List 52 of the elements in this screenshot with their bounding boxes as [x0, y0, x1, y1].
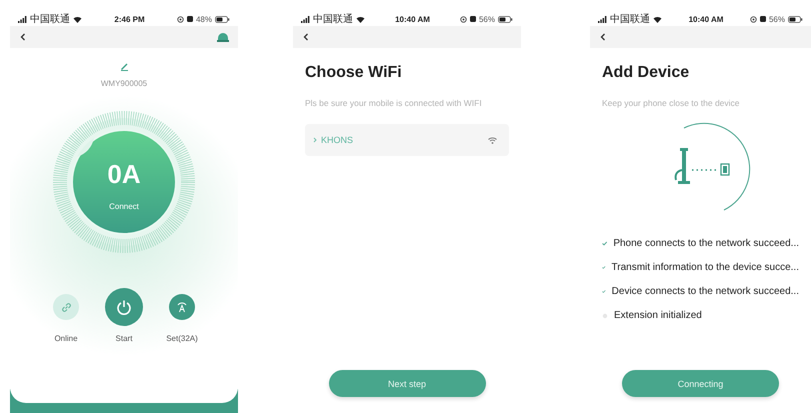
back-icon[interactable] [303, 33, 309, 41]
rotation-lock-icon [460, 16, 467, 22]
hint-text: Keep your phone close to the device [602, 98, 741, 108]
current-reading: 0A [107, 159, 141, 190]
carrier-name: 中国联通 [30, 12, 70, 26]
ampere-icon [176, 301, 188, 313]
link-icon [60, 302, 72, 312]
battery-icon [788, 16, 803, 22]
wifi-icon [356, 16, 365, 22]
battery-percent: 56% [478, 14, 495, 24]
battery-percent: 56% [768, 14, 785, 24]
carrier-name: 中国联通 [610, 12, 650, 26]
power-button[interactable] [105, 288, 143, 326]
link-button[interactable] [53, 294, 79, 320]
next-step-button[interactable]: Next step [328, 370, 486, 397]
action-label: Online [54, 334, 78, 343]
page-title: Choose WiFi [305, 64, 403, 82]
battery-icon [498, 16, 513, 22]
step-text: Extension initialized [614, 310, 702, 321]
hint-text: Pls be sure your mobile is connected with WIFI [305, 98, 483, 108]
wifi-icon [653, 16, 662, 22]
connecting-button[interactable]: Connecting [622, 370, 779, 397]
action-label: Start [116, 334, 132, 343]
network-name: KHONS [321, 135, 354, 145]
device-name: WMY900005 [100, 79, 148, 88]
network-row[interactable]: KHONS [305, 124, 509, 156]
signal-icon [598, 16, 607, 22]
step-text: Phone connects to the network succeed... [613, 238, 799, 249]
battery-icon [215, 16, 230, 22]
dome-icon[interactable] [217, 32, 229, 42]
pencil-icon[interactable] [120, 62, 128, 71]
rotation-lock-icon [176, 16, 184, 22]
wifi-icon [488, 136, 497, 144]
clock-time: 10:40 AM [688, 14, 724, 24]
signal-icon [18, 16, 27, 22]
step-text: Transmit information to the device succe... [612, 262, 799, 273]
current-setting-button[interactable] [169, 294, 195, 320]
signal-icon [301, 16, 310, 22]
carrier-name: 中国联通 [313, 12, 353, 26]
status-label: Connect [109, 202, 139, 211]
chevron-icon [313, 137, 317, 143]
wifi-icon [73, 16, 82, 22]
page-title: Add Device [602, 64, 690, 82]
back-icon[interactable] [600, 33, 606, 41]
action-label: Set(32A) [166, 334, 198, 343]
power-icon [116, 299, 132, 315]
battery-percent: 48% [196, 14, 212, 24]
rotation-lock-icon [750, 16, 757, 22]
clock-time: 10:40 AM [394, 14, 431, 24]
step-text: Device connects to the network succeed... [612, 286, 799, 297]
back-icon[interactable] [20, 33, 26, 41]
clock-time: 2:46 PM [113, 14, 146, 24]
